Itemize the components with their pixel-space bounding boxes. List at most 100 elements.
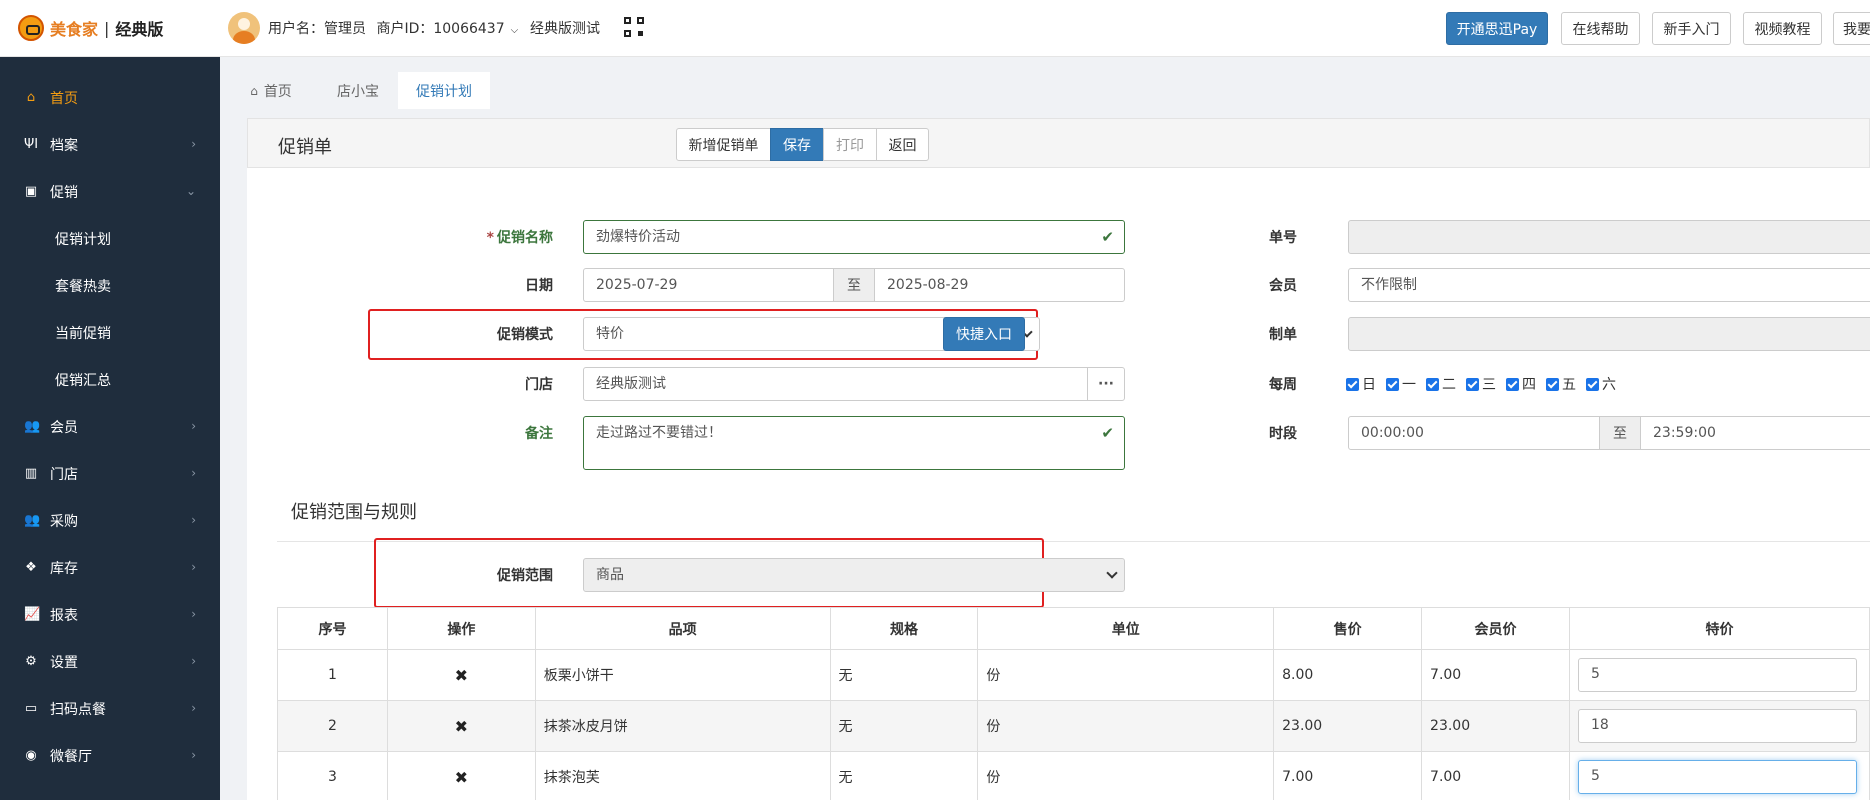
remark-label: 备注 <box>525 426 553 442</box>
sidebar-subitem-combo-hot[interactable]: 套餐热卖 <box>0 262 220 309</box>
save-button[interactable]: 保存 <box>770 128 824 161</box>
sidebar-item-settings[interactable]: ⚙ 设置 › <box>0 638 220 685</box>
order-no-label: 单号 <box>1269 230 1297 246</box>
gift-icon: ▣ <box>24 184 38 199</box>
end-time-input[interactable]: 23:59:00 <box>1640 416 1870 450</box>
brand-separator: | <box>104 18 110 38</box>
sidebar-subitem-current-promo[interactable]: 当前促销 <box>0 309 220 356</box>
chevron-down-icon: ⌵ <box>510 25 519 36</box>
start-date-input[interactable]: 2025-07-29 <box>583 268 834 302</box>
sidebar-item-promotion[interactable]: ▣ 促销 ⌄ <box>0 168 220 215</box>
promo-name-input[interactable]: 劲爆特价活动 ✔ <box>583 220 1125 254</box>
back-button[interactable]: 返回 <box>876 128 929 161</box>
special-price-input[interactable]: 18 <box>1577 709 1857 743</box>
promo-name-value: 劲爆特价活动 <box>596 229 680 245</box>
video-tutorial-button[interactable]: 视频教程 <box>1743 12 1822 45</box>
item-member-price: 23.00 <box>1421 700 1570 752</box>
time-label: 时段 <box>1269 426 1297 442</box>
weekday-tue[interactable]: 二 <box>1426 374 1456 394</box>
sidebar-item-member[interactable]: 👥 会员 › <box>0 403 220 450</box>
remark-textarea[interactable]: 走过路过不要错过！ ✔ <box>583 416 1125 470</box>
print-button[interactable]: 打印 <box>823 128 877 161</box>
maker-input <box>1348 317 1870 351</box>
tab-bar: ⌂ 首页 店小宝 促销计划 <box>220 57 1870 109</box>
new-promo-button[interactable]: 新增促销单 <box>676 128 771 161</box>
item-price: 7.00 <box>1273 751 1423 800</box>
chevron-right-icon: › <box>191 701 196 715</box>
sidebar-item-store[interactable]: ▥ 门店 › <box>0 450 220 497</box>
buy-button[interactable]: 我要购 <box>1833 12 1870 45</box>
weekday-mon[interactable]: 一 <box>1386 374 1416 394</box>
sidebar-item-micro-restaurant[interactable]: ◉ 微餐厅 › <box>0 732 220 779</box>
end-date-input[interactable]: 2025-08-29 <box>874 268 1125 302</box>
sidebar-item-inventory[interactable]: ❖ 库存 › <box>0 544 220 591</box>
table-row: 1 ✖ 板栗小饼干 无 份 8.00 7.00 5 <box>277 649 1870 701</box>
start-time-input[interactable]: 00:00:00 <box>1348 416 1600 450</box>
store-label: 门店 <box>525 377 553 393</box>
laptop-icon: ▭ <box>24 701 38 716</box>
sidebar-item-label: 促销 <box>50 184 78 201</box>
online-help-button[interactable]: 在线帮助 <box>1561 12 1640 45</box>
store-input[interactable]: 经典版测试 <box>583 367 1088 401</box>
chevron-right-icon: › <box>191 137 196 151</box>
column-header: 操作 <box>386 607 536 650</box>
home-icon: ⌂ <box>26 90 36 105</box>
avatar[interactable] <box>228 12 260 44</box>
special-price-input[interactable]: 5 <box>1577 760 1857 794</box>
item-member-price: 7.00 <box>1421 751 1570 800</box>
weekday-wed[interactable]: 三 <box>1466 374 1496 394</box>
delete-row-cell: ✖ <box>386 751 536 800</box>
sidebar-item-home[interactable]: ⌂ 首页 <box>0 74 220 121</box>
users-icon: 👥 <box>24 419 41 434</box>
quick-entry-button[interactable]: 快捷入口 <box>943 317 1025 351</box>
sidebar-item-report[interactable]: 📈 报表 › <box>0 591 220 638</box>
logo[interactable]: 美食家 | 经典版 <box>18 14 163 42</box>
chevron-right-icon: › <box>191 513 196 527</box>
sidebar-item-label: 采购 <box>50 513 78 530</box>
item-spec: 无 <box>829 700 979 752</box>
column-header: 品项 <box>534 607 831 650</box>
item-name: 板栗小饼干 <box>534 649 831 701</box>
scope-select[interactable]: 商品 <box>583 558 1125 592</box>
remark-value: 走过路过不要错过！ <box>596 425 722 441</box>
chevron-right-icon: › <box>191 748 196 762</box>
sidebar-item-label: 设置 <box>50 654 78 671</box>
column-header: 规格 <box>829 607 979 650</box>
weekday-sat[interactable]: 六 <box>1586 374 1616 394</box>
tab-label: 首页 <box>263 83 292 100</box>
member-value: 不作限制 <box>1361 277 1417 293</box>
sidebar-subitem-promo-summary[interactable]: 促销汇总 <box>0 356 220 403</box>
delete-icon[interactable]: ✖ <box>455 666 468 685</box>
item-name: 抹茶泡芙 <box>534 751 831 800</box>
order-no-input <box>1348 220 1870 254</box>
member-select[interactable]: 不作限制 <box>1348 268 1870 302</box>
weekday-fri[interactable]: 五 <box>1546 374 1576 394</box>
store-name[interactable]: 经典版测试 <box>530 18 600 38</box>
tab-promo-plan[interactable]: 促销计划 <box>398 72 490 109</box>
delete-icon[interactable]: ✖ <box>455 768 468 787</box>
weekday-thu[interactable]: 四 <box>1506 374 1536 394</box>
special-price-cell: 5 <box>1568 751 1870 800</box>
weekly-label: 每周 <box>1269 377 1297 393</box>
tab-home[interactable]: ⌂ 首页 <box>236 72 306 109</box>
cubes-icon: ❖ <box>25 560 37 575</box>
beginner-guide-button[interactable]: 新手入门 <box>1652 12 1731 45</box>
open-pay-button[interactable]: 开通思迅Pay <box>1446 12 1548 45</box>
sidebar-item-purchase[interactable]: 👥 采购 › <box>0 497 220 544</box>
sidebar-item-scan-order[interactable]: ▭ 扫码点餐 › <box>0 685 220 732</box>
tab-dianxiaobao[interactable]: 店小宝 <box>320 72 396 109</box>
user-info[interactable]: 用户名：管理员 商户ID：10066437 ⌵ <box>268 18 524 38</box>
chevron-right-icon: › <box>191 654 196 668</box>
sidebar-item-archive[interactable]: ΨΙ 档案 › <box>0 121 220 168</box>
sidebar-subitem-promo-plan[interactable]: 促销计划 <box>0 215 220 262</box>
delete-icon[interactable]: ✖ <box>455 717 468 736</box>
compass-icon: ◉ <box>25 748 37 763</box>
weekday-sun[interactable]: 日 <box>1346 374 1376 394</box>
item-unit: 份 <box>977 649 1275 701</box>
scope-label: 促销范围 <box>497 568 553 584</box>
top-bar: 美食家 | 经典版 用户名：管理员 商户ID：10066437 ⌵ 经典版测试 开… <box>0 0 1870 57</box>
special-price-input[interactable]: 5 <box>1577 658 1857 692</box>
qrcode-icon[interactable] <box>624 17 644 37</box>
date-range-separator: 至 <box>833 268 875 302</box>
promo-panel: 促销单 新增促销单 保存 打印 返回 * 促销名称 劲爆特价活动 ✔ 日期 202… <box>247 118 1870 800</box>
